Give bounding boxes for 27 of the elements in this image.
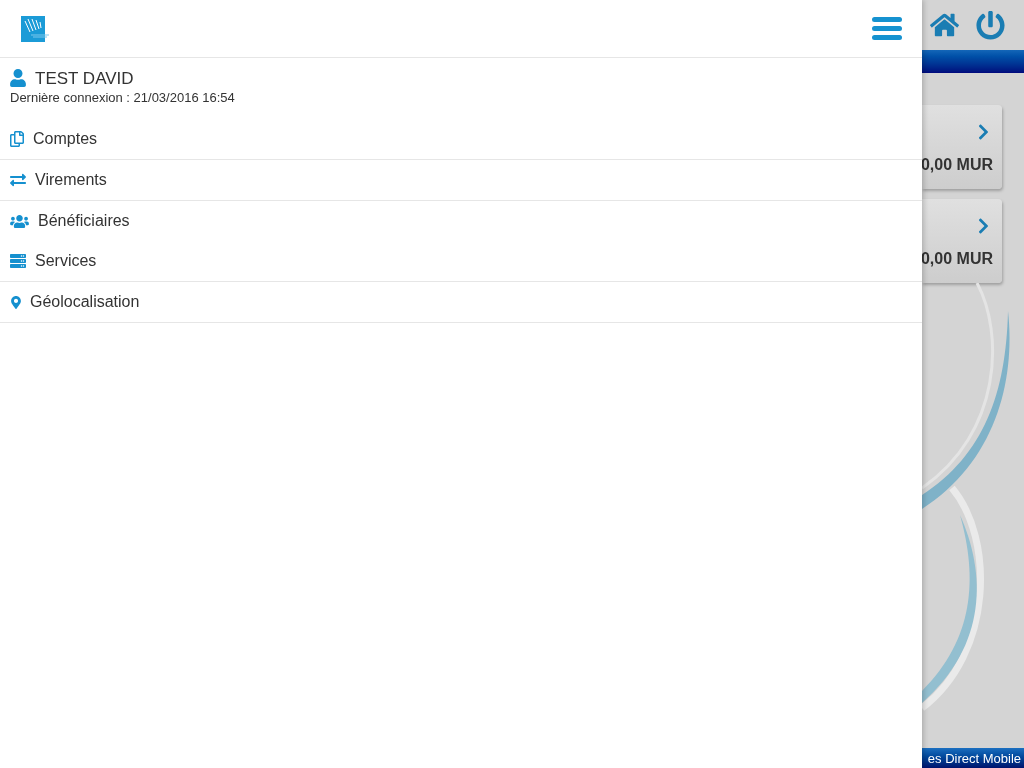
menu-item[interactable]: Services <box>0 241 922 281</box>
menu-item[interactable]: Virements <box>0 160 922 200</box>
users-icon <box>10 213 29 229</box>
server-icon <box>10 253 26 269</box>
menu-item[interactable]: Comptes <box>0 119 922 159</box>
home-icon <box>930 12 959 38</box>
logo-icon <box>21 15 49 42</box>
menu-item[interactable]: Géolocalisation <box>0 282 922 322</box>
power-button[interactable] <box>976 10 1005 40</box>
amount-text: 0,00 MUR <box>922 251 993 267</box>
documents-icon <box>10 131 24 147</box>
home-button[interactable] <box>930 12 959 38</box>
account-card[interactable]: 0,00 MUR <box>922 105 1002 189</box>
power-icon <box>976 10 1005 40</box>
menu-item[interactable]: Bénéficiaires <box>0 201 922 241</box>
user-icon <box>10 69 26 87</box>
menu-button[interactable] <box>872 17 902 40</box>
map-pin-icon <box>11 295 21 309</box>
last-login-text: Dernière connexion : 21/03/2016 16:54 <box>10 89 236 107</box>
chevron-icon <box>978 123 989 141</box>
chevron-icon <box>978 217 989 235</box>
arrows-icon <box>10 172 26 188</box>
footer-text: es Direct Mobile <box>927 751 1021 765</box>
amount-text: 0,00 MUR <box>922 157 993 173</box>
user-name: TEST DAVID <box>35 69 134 87</box>
menu-icon <box>872 17 902 40</box>
account-card[interactable]: 0,00 MUR <box>922 199 1002 283</box>
